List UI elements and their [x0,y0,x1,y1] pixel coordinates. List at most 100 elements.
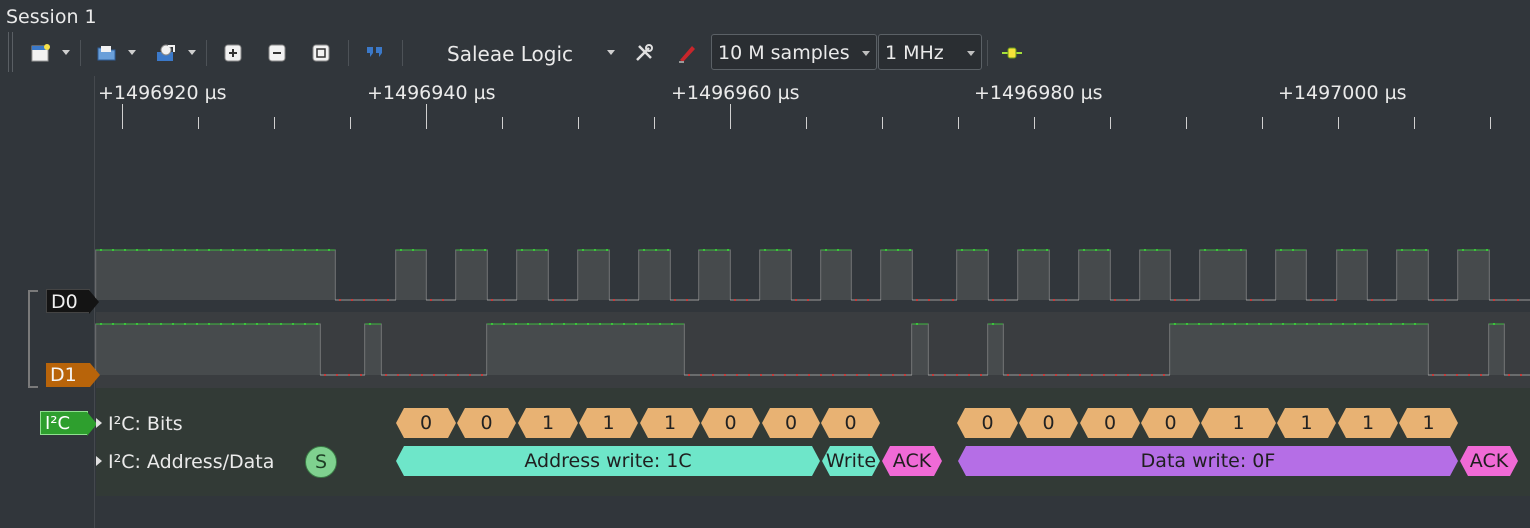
address-frame[interactable]: Address write: 1C [396,446,820,476]
high-level-fill [1458,250,1489,300]
sample-dot [1127,374,1129,376]
sample-dot [1139,374,1141,376]
i2c-bit[interactable]: 0 [1019,408,1078,438]
sample-dot [1334,299,1336,301]
sample-dot [892,374,894,376]
sample-dot [1055,374,1057,376]
sample-dot [491,299,493,301]
sample-dot [1480,374,1482,376]
sample-dot [748,374,750,376]
sample-dot [385,374,387,376]
ack-frame[interactable]: ACK [1460,446,1518,476]
sample-dot [736,374,738,376]
sample-dot [980,374,982,376]
sample-dot [808,374,810,376]
sample-dot [442,299,444,301]
sample-dot [1067,374,1069,376]
high-level-fill [639,250,670,300]
sample-dot [904,374,906,376]
sample-dot [348,374,350,376]
high-level-fill [578,250,609,300]
sample-dot [409,374,411,376]
i2c-bit[interactable]: 1 [640,408,700,438]
high-level-fill [881,250,912,300]
i2c-bit[interactable]: 1 [1338,408,1398,438]
high-level-fill [456,250,487,300]
sample-dot [880,374,882,376]
sample-dot [1383,299,1385,301]
ack-frame[interactable]: ACK [882,446,942,476]
sample-dot [1151,374,1153,376]
expand-arrow-icon[interactable] [96,455,102,466]
high-level-fill [396,250,426,300]
data-frame[interactable]: Data write: 0F [958,446,1458,476]
high-level-fill [912,324,928,375]
i2c-bit[interactable]: 0 [1080,408,1140,438]
sample-dot [360,374,362,376]
high-level-fill [487,324,684,375]
sample-dot [944,374,946,376]
i2c-bit[interactable]: 1 [1277,408,1336,438]
sample-dot [564,299,566,301]
sample-dot [1250,299,1252,301]
sample-dot [724,374,726,376]
sample-dot [700,374,702,376]
expand-arrow-icon[interactable] [96,417,102,428]
sample-dot [686,299,688,301]
sample-dot [844,374,846,376]
sample-dot [613,299,615,301]
i2c-bit[interactable]: 0 [821,408,880,438]
i2c-bit[interactable]: 0 [701,408,760,438]
start-condition-marker[interactable]: S [305,446,337,478]
high-level-fill [988,324,1003,375]
sample-dot [1262,299,1264,301]
sample-dot [351,299,353,301]
i2c-bits-row[interactable]: I²C: Bits [96,413,183,435]
sample-dot [1103,374,1105,376]
high-level-fill [1170,324,1428,375]
sample-dot [952,299,954,301]
high-level-fill [957,250,988,300]
i2c-bit[interactable]: 1 [579,408,638,438]
sample-dot [1043,374,1045,376]
sample-dot [956,374,958,376]
i2c-bit[interactable]: 1 [518,408,578,438]
sample-dot [1186,299,1188,301]
sample-dot [1174,299,1176,301]
channel-d1-label[interactable]: D1 [46,363,100,387]
high-level-fill [760,250,791,300]
sample-dot [928,299,930,301]
sample-dot [375,299,377,301]
i2c-frames-row[interactable]: I²C: Address/Data [96,451,274,473]
sample-dot [1031,374,1033,376]
high-level-fill [96,324,320,375]
i2c-bit[interactable]: 0 [396,408,456,438]
sample-dot [430,299,432,301]
i2c-bit[interactable]: 0 [762,408,820,438]
i2c-bit[interactable]: 1 [1201,408,1276,438]
sample-dot [992,299,994,301]
sample-dot [796,374,798,376]
high-level-fill [96,250,335,300]
sample-dot [1091,374,1093,376]
high-level-fill [1489,324,1504,375]
i2c-bit[interactable]: 1 [1399,408,1458,438]
sample-dot [363,299,365,301]
sample-dot [1126,299,1128,301]
write-frame[interactable]: Write [822,446,880,476]
sample-dot [421,374,423,376]
channel-d0-label[interactable]: D0 [46,289,99,314]
sample-dot [445,374,447,376]
sample-dot [387,299,389,301]
sample-dot [625,299,627,301]
sample-dot [832,374,834,376]
sample-dot [1444,299,1446,301]
i2c-bit[interactable]: 0 [457,408,516,438]
i2c-bit[interactable]: 0 [1141,408,1200,438]
sample-dot [1115,374,1117,376]
i2c-analyzer-label[interactable]: I²C [40,411,97,436]
sample-dot [940,299,942,301]
i2c-bit[interactable]: 0 [957,408,1018,438]
sample-dot [457,374,459,376]
sample-dot [1322,299,1324,301]
